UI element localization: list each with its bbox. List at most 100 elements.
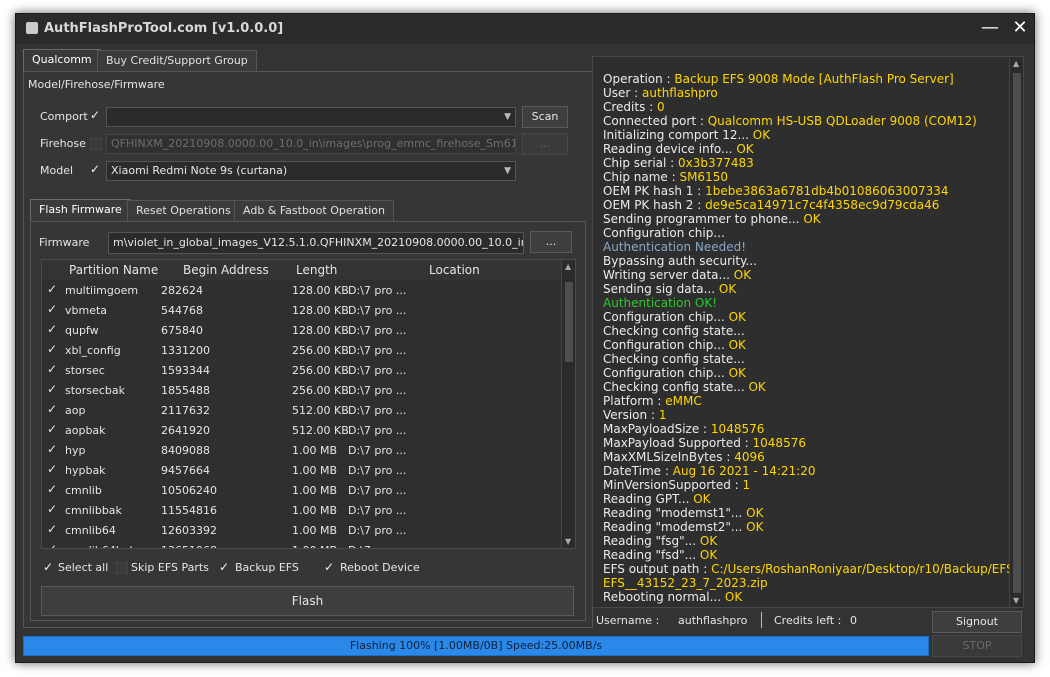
log-line: Chip serial : 0x3b377483 <box>603 156 754 170</box>
log-segment: Configuration chip... <box>603 366 729 380</box>
table-row[interactable]: ✓ storsec 1593344 256.00 KB D:\7 pro ... <box>42 360 562 380</box>
scroll-thumb[interactable] <box>565 282 573 362</box>
backup-efs-checkbox[interactable]: ✓ <box>219 560 229 574</box>
table-row[interactable]: ✓ cmnlibbak 11554816 1.00 MB D:\7 pro ... <box>42 500 562 520</box>
firehose-checkbox[interactable] <box>90 138 102 150</box>
reboot-device-checkbox[interactable]: ✓ <box>324 560 334 574</box>
row-checkbox[interactable]: ✓ <box>47 462 57 476</box>
log-segment: C:/Users/RoshanRoniyaar/Desktop/r10/Back… <box>711 562 1018 576</box>
firehose-browse-button[interactable]: ... <box>522 133 568 155</box>
cell-location: D:\7 pro ... <box>348 504 407 517</box>
tab-reset-operations[interactable]: Reset Operations <box>127 200 240 222</box>
table-scrollbar[interactable]: ▲ ▼ <box>561 260 575 548</box>
flash-button[interactable]: Flash <box>41 586 574 616</box>
row-checkbox[interactable]: ✓ <box>47 362 57 376</box>
scroll-up-icon[interactable]: ▲ <box>565 262 571 271</box>
cell-length: 1.00 MB <box>292 524 338 537</box>
log-segment: OK <box>724 590 743 604</box>
log-segment: Backup EFS 9008 Mode [AuthFlash Pro Serv… <box>674 72 954 86</box>
firmware-path-input[interactable]: m\violet_in_global_images_V12.5.1.0.QFHI… <box>108 232 524 254</box>
scroll-down-icon[interactable]: ▼ <box>1013 596 1019 605</box>
table-row[interactable]: ✓ cmnlib64 12603392 1.00 MB D:\7 pro ... <box>42 520 562 540</box>
log-line: Authentication OK! <box>603 296 717 310</box>
scroll-down-icon[interactable]: ▼ <box>565 537 571 546</box>
log-segment: eMMC <box>665 394 702 408</box>
tab-qualcomm[interactable]: Qualcomm <box>23 49 101 71</box>
row-checkbox[interactable]: ✓ <box>47 502 57 516</box>
cell-partition-name: storsec <box>65 364 105 377</box>
log-line: OEM PK hash 2 : de9e5ca14971c7c4f4358ec9… <box>603 198 939 212</box>
cell-location: D:\7 pro ... <box>348 384 407 397</box>
table-row[interactable]: ✓ qupfw 675840 128.00 KB D:\7 pro ... <box>42 320 562 340</box>
comport-select[interactable]: ▼ <box>106 107 516 127</box>
table-row[interactable]: ✓ cmnlib64bak 13651968 1.00 MB D:\7 pro ... <box>42 540 562 548</box>
log-segment: 4096 <box>734 450 765 464</box>
col-length[interactable]: Length <box>296 263 337 277</box>
cell-begin-address: 1593344 <box>161 364 210 377</box>
cell-length: 1.00 MB <box>292 544 337 548</box>
cell-partition-name: aopbak <box>65 424 106 437</box>
tab-flash-firmware[interactable]: Flash Firmware <box>30 199 131 221</box>
log-segment: Platform : <box>603 394 666 408</box>
log-segment: Bypassing auth security... <box>603 254 757 268</box>
row-checkbox[interactable]: ✓ <box>47 482 57 496</box>
row-checkbox[interactable]: ✓ <box>47 322 57 336</box>
signout-button[interactable]: Signout <box>932 611 1022 633</box>
model-select[interactable]: Xiaomi Redmi Note 9s (curtana) ▼ <box>106 161 516 181</box>
cell-length: 1.00 MB <box>292 444 338 457</box>
cell-begin-address: 12603392 <box>161 524 217 537</box>
row-checkbox[interactable]: ✓ <box>47 522 57 536</box>
log-segment: OK <box>699 534 718 548</box>
select-all-checkbox[interactable]: ✓ <box>43 560 53 574</box>
tab-adb-fastboot[interactable]: Adb & Fastboot Operation <box>234 200 394 222</box>
firmware-label: Firmware <box>39 236 90 249</box>
cell-begin-address: 8409088 <box>161 444 210 457</box>
close-button[interactable]: ✕ <box>1006 17 1034 41</box>
cell-location: D:\7 pro ... <box>348 444 407 457</box>
log-segment: Reading "modemst2"... <box>603 520 747 534</box>
stop-button[interactable]: STOP <box>932 635 1022 657</box>
cell-length: 1.00 MB <box>292 484 338 497</box>
row-checkbox[interactable]: ✓ <box>47 382 57 396</box>
row-checkbox[interactable]: ✓ <box>47 422 57 436</box>
table-row[interactable]: ✓ vbmeta 544768 128.00 KB D:\7 pro ... <box>42 300 562 320</box>
cell-length: 1.00 MB <box>292 504 338 517</box>
log-scroll-thumb[interactable] <box>1013 73 1021 593</box>
table-row[interactable]: ✓ aopbak 2641920 512.00 KB D:\7 pro ... <box>42 420 562 440</box>
table-row[interactable]: ✓ hyp 8409088 1.00 MB D:\7 pro ... <box>42 440 562 460</box>
tab-buy-credit[interactable]: Buy Credit/Support Group <box>97 50 257 72</box>
row-checkbox[interactable]: ✓ <box>47 302 57 316</box>
cell-location: D:\7 pro ... <box>348 484 407 497</box>
scan-button[interactable]: Scan <box>522 106 568 128</box>
table-row[interactable]: ✓ storsecbak 1855488 256.00 KB D:\7 pro ... <box>42 380 562 400</box>
log-segment: 1048576 <box>752 436 806 450</box>
table-row[interactable]: ✓ xbl_config 1331200 256.00 KB D:\7 pro ... <box>42 340 562 360</box>
log-line: Writing server data... OK <box>603 268 751 282</box>
row-checkbox[interactable]: ✓ <box>47 402 57 416</box>
log-line: Configuration chip... OK <box>603 310 746 324</box>
cell-partition-name: vbmeta <box>65 304 108 317</box>
row-checkbox[interactable]: ✓ <box>47 542 57 548</box>
cell-partition-name: hyp <box>65 444 86 457</box>
col-partition-name[interactable]: Partition Name <box>69 263 158 277</box>
log-line: OEM PK hash 1 : 1bebe3863a6781db4b010860… <box>603 184 949 198</box>
minimize-button[interactable]: — <box>976 17 1004 41</box>
table-row[interactable]: ✓ hypbak 9457664 1.00 MB D:\7 pro ... <box>42 460 562 480</box>
model-checkbox[interactable]: ✓ <box>90 162 100 176</box>
row-checkbox[interactable]: ✓ <box>47 342 57 356</box>
log-line: Operation : Backup EFS 9008 Mode [AuthFl… <box>603 72 954 86</box>
table-row[interactable]: ✓ aop 2117632 512.00 KB D:\7 pro ... <box>42 400 562 420</box>
col-location[interactable]: Location <box>429 263 480 277</box>
row-checkbox[interactable]: ✓ <box>47 442 57 456</box>
table-row[interactable]: ✓ multiimgoem 282624 128.00 KB D:\7 pro ... <box>42 280 562 300</box>
comport-checkbox[interactable]: ✓ <box>90 108 100 122</box>
skip-efs-checkbox[interactable] <box>116 562 128 574</box>
firmware-browse-button[interactable]: ... <box>530 231 572 253</box>
scroll-up-icon[interactable]: ▲ <box>1013 59 1019 68</box>
log-line: Version : 1 <box>603 408 666 422</box>
table-row[interactable]: ✓ cmnlib 10506240 1.00 MB D:\7 pro ... <box>42 480 562 500</box>
row-checkbox[interactable]: ✓ <box>47 282 57 296</box>
log-scrollbar[interactable]: ▲ ▼ <box>1009 57 1023 607</box>
col-begin-address[interactable]: Begin Address <box>183 263 269 277</box>
log-line: Connected port : Qualcomm HS-USB QDLoade… <box>603 114 977 128</box>
